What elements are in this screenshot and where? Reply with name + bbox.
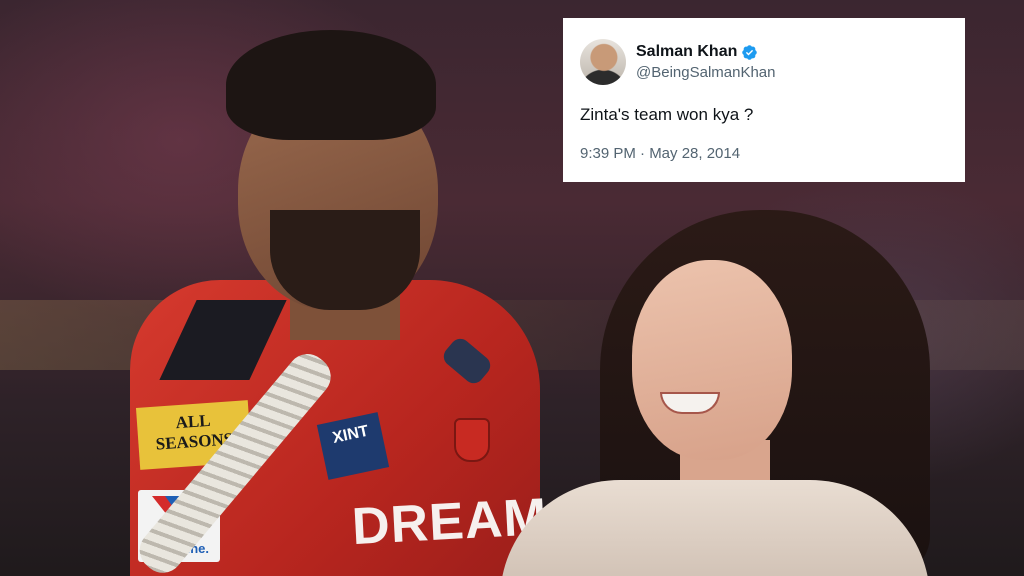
tweet-timestamp[interactable]: 9:39 PM · May 28, 2014 (580, 145, 947, 162)
team-crest-icon (454, 418, 490, 462)
author-handle[interactable]: @BeingSalmanKhan (636, 64, 775, 81)
player-beard (270, 210, 420, 310)
verified-badge-icon (742, 44, 758, 60)
tweet-header: Salman Khan @BeingSalmanKhan (580, 39, 947, 85)
tweet-text: Zinta's team won kya ? (580, 105, 754, 124)
woman-face (632, 260, 792, 460)
player-hair (226, 30, 436, 140)
woman-dress (500, 480, 930, 576)
author-info: Salman Khan @BeingSalmanKhan (636, 43, 775, 81)
avatar[interactable] (580, 39, 626, 85)
author-name[interactable]: Salman Khan (636, 43, 737, 61)
tweet-card: Salman Khan @BeingSalmanKhan Zinta's tea… (563, 18, 965, 182)
author-name-row: Salman Khan (636, 43, 775, 61)
